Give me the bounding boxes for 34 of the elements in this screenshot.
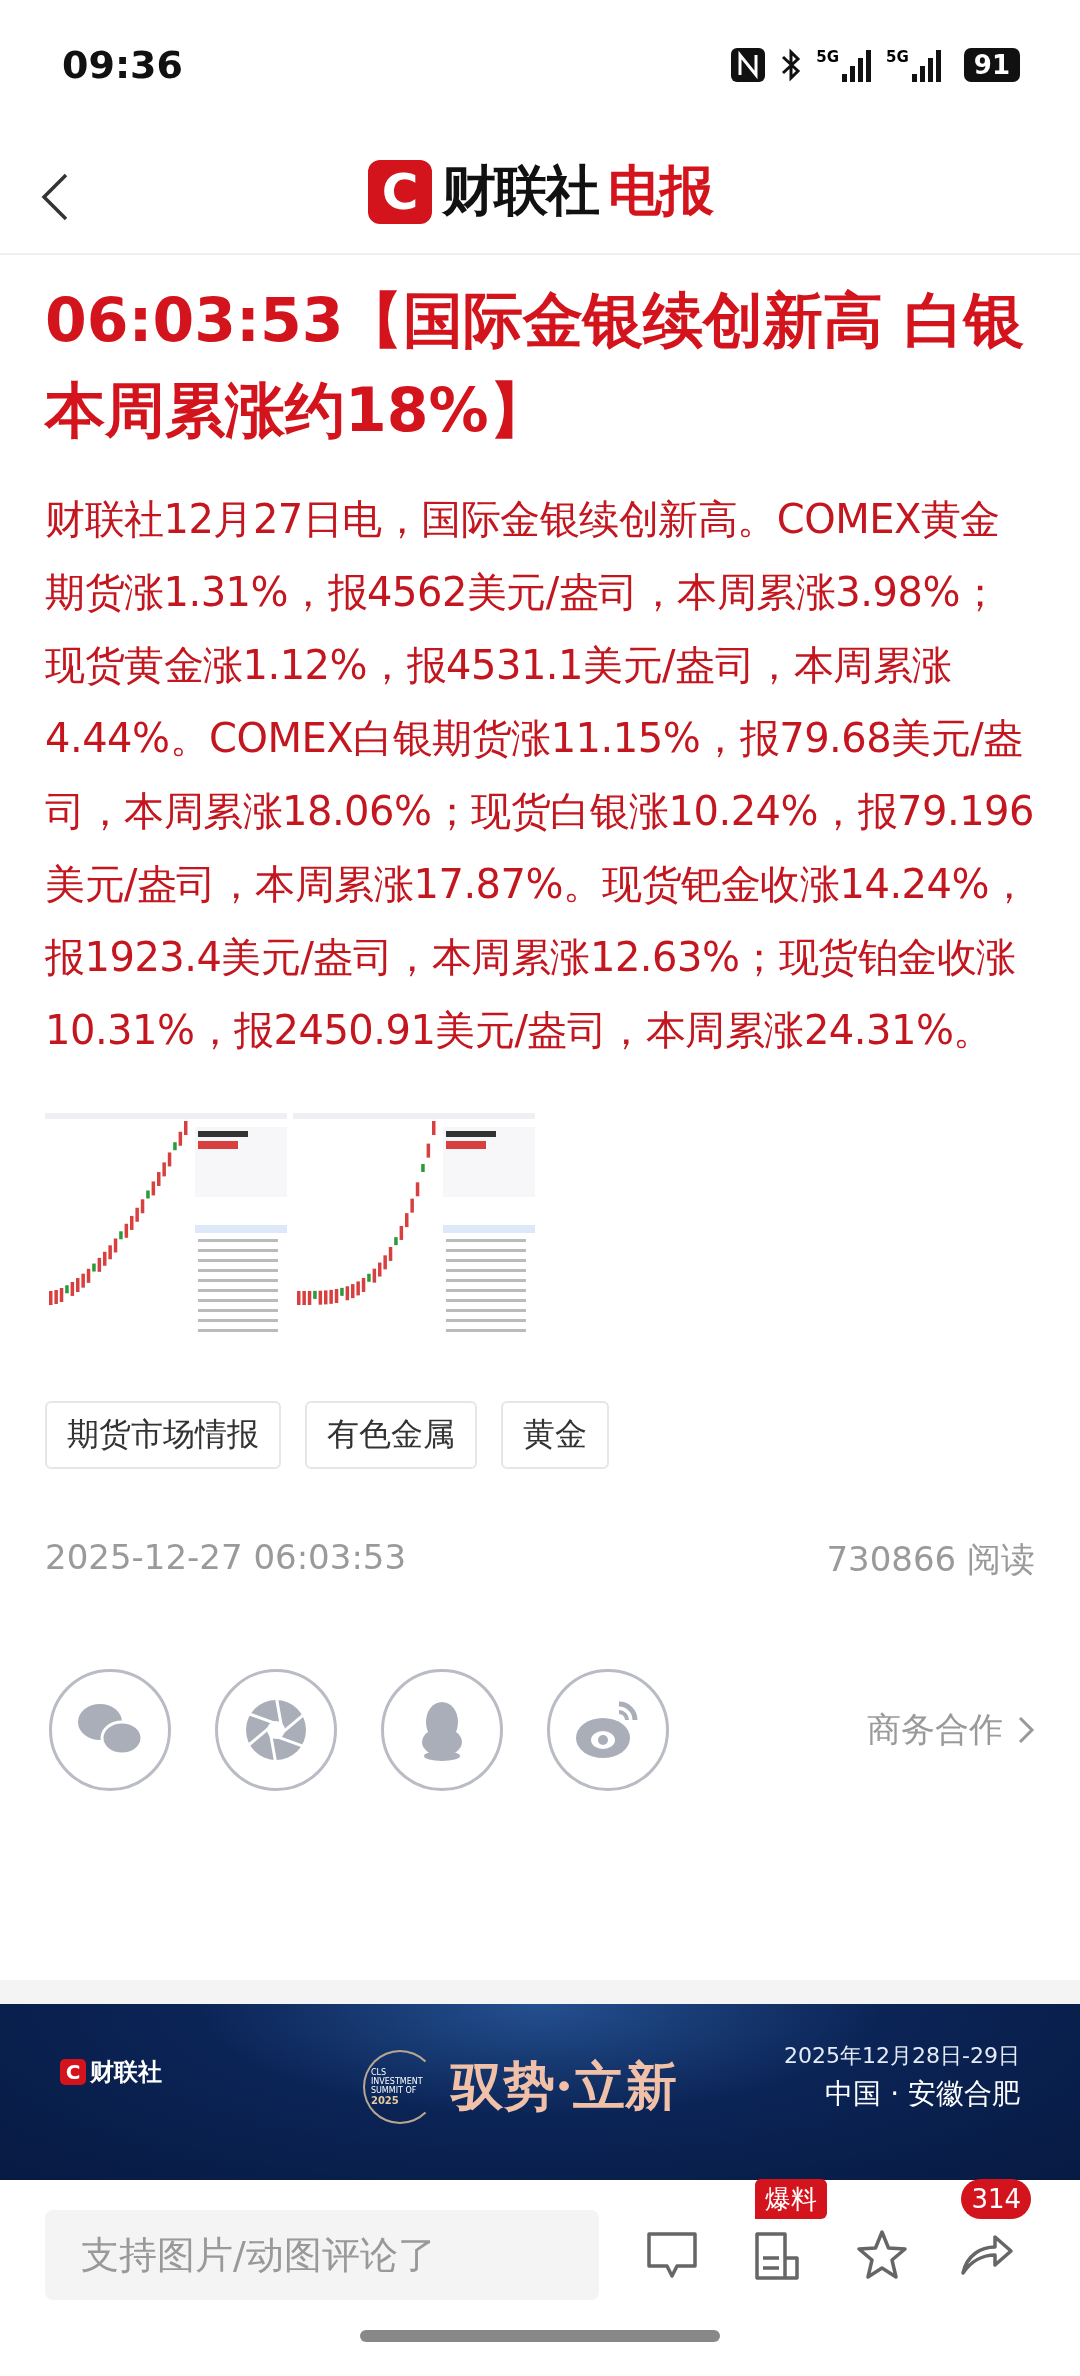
share-arrow-icon <box>959 2233 1016 2277</box>
comment-icon <box>644 2230 699 2280</box>
bluetooth-icon <box>780 47 803 83</box>
event-date: 2025年12月28日-29日 <box>784 2042 1020 2070</box>
chevron-right-icon <box>1017 1715 1035 1745</box>
logo-text: 财联社 <box>442 158 598 224</box>
banner-slogan: 驭势·立新 <box>450 2054 678 2118</box>
signal-icon <box>842 48 873 82</box>
battery-level: 91 <box>963 48 1020 82</box>
signal-icon <box>911 48 942 82</box>
summit-label: CLS INVESTMENT SUMMIT OF <box>370 2068 424 2095</box>
network-label: 5G <box>886 48 909 66</box>
banner-logo-text: 财联社 <box>90 2057 162 2088</box>
badge: 314 <box>961 2179 1031 2219</box>
article-title: 06:03:53【国际金银续创新高 白银本周累涨约18%】 <box>45 284 1026 447</box>
publish-time: 2025-12-27 06:03:53 <box>45 1537 407 1579</box>
aperture-icon <box>244 1698 308 1762</box>
event-banner[interactable]: C 财联社 CLS INVESTMENT SUMMIT OF 2025 驭势·立新 2025年12月28日-29日 中国 · 安徽合肥 <box>0 2004 1080 2180</box>
tag[interactable]: 期货市场情报 <box>45 1401 281 1469</box>
event-place: 中国 · 安徽合肥 <box>825 2076 1020 2112</box>
summit-year: 2025 <box>370 2095 400 2106</box>
banner-logo-mark: C <box>60 2059 86 2085</box>
logo-accent-text: 电报 <box>608 158 712 224</box>
read-count: 730866 阅读 <box>826 1538 1035 1581</box>
comment-field[interactable]: 支持图片/动图评论了 <box>45 2210 599 2300</box>
network-label: 5G <box>816 48 840 66</box>
article-body: 财联社12月27日电，国际金银续创新高。COMEX黄金期货涨1.31%，报4562美元/盎司，本周累涨3.98%；现货黄金涨1.12%，报4531.1美元/盎司，本周累涨4.44%。COMEX白银期货涨11.15%，报79.68美元/盎司，本周累涨18.06%；现货白银涨10.24%，报79.196美元/盎司，本周累涨17.87%。现货钯金收涨14.24%，报1923.4美元/盎司，本周累涨12.63%；现货铂金收涨10.31%，报2450.91美元/盎司，本周累涨24.31%。 <box>45 495 1035 1055</box>
nfc-icon <box>730 47 767 83</box>
status-time: 09:36 <box>62 43 183 87</box>
tag[interactable]: 有色金属 <box>305 1401 477 1469</box>
tag[interactable]: 黄金 <box>501 1401 609 1469</box>
star-icon <box>855 2229 910 2281</box>
badge: 爆料 <box>754 2179 827 2219</box>
logo-mark: C <box>368 159 432 224</box>
